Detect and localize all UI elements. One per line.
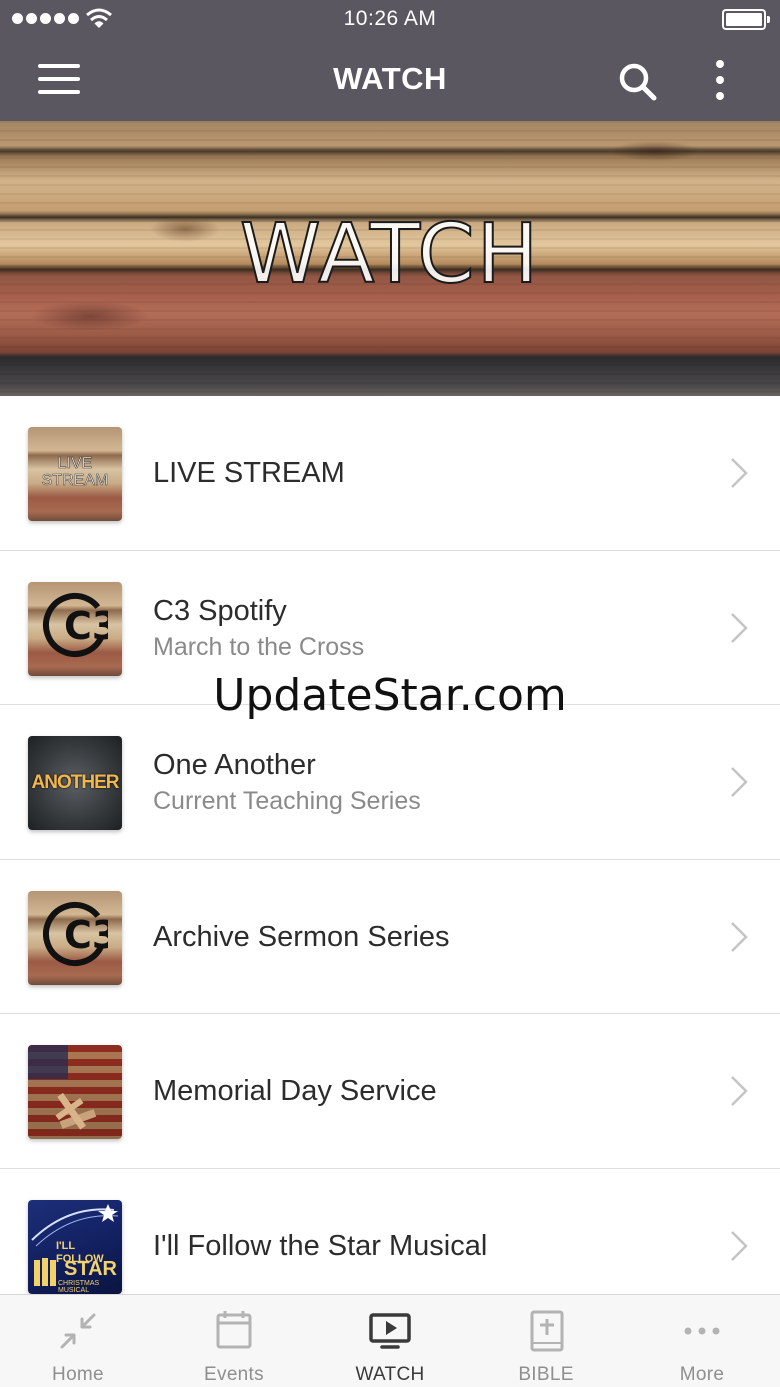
tab-events[interactable]: Events: [156, 1295, 312, 1387]
tab-watch[interactable]: WATCH: [312, 1295, 468, 1387]
list-item-title: I'll Follow the Star Musical: [153, 1229, 488, 1262]
tab-bar: Home Events WATCH BIBLE More: [0, 1294, 780, 1387]
chevron-right-icon: [731, 921, 748, 952]
chevron-right-icon: [731, 1230, 748, 1261]
battery-icon: [722, 9, 770, 30]
tab-more[interactable]: More: [624, 1295, 780, 1387]
thumbnail-label: LIVE STREAM: [41, 455, 109, 490]
overflow-menu-button[interactable]: [705, 58, 735, 102]
more-dots-icon: [684, 1327, 720, 1335]
status-bar: 10:26 AM: [0, 0, 780, 40]
thumbnail-label: C3: [64, 913, 108, 957]
hero-title: WATCH: [239, 206, 541, 303]
watch-list: LIVE STREAM LIVE STREAM C3 C3 Spotify Ma…: [0, 396, 780, 1323]
list-item-title: Memorial Day Service: [153, 1075, 437, 1107]
list-item-title: LIVE STREAM: [153, 457, 345, 489]
thumbnail-label: STAR: [64, 1257, 117, 1280]
search-icon[interactable]: [616, 60, 658, 102]
list-item-title: Archive Sermon Series: [153, 920, 450, 953]
one-another-thumbnail: ANOTHER: [28, 736, 122, 830]
navigation-bar: WATCH: [0, 40, 780, 121]
chevron-right-icon: [731, 767, 748, 797]
tv-play-icon: [369, 1313, 411, 1349]
chevron-right-icon: [731, 458, 748, 488]
list-item[interactable]: LIVE STREAM LIVE STREAM: [0, 396, 780, 551]
follow-the-star-thumbnail: I'LL FOLLOW STAR CHRISTMAS MUSICAL: [28, 1199, 122, 1294]
list-item-subtitle: March to the Cross: [153, 632, 365, 661]
tab-label: WATCH: [355, 1364, 425, 1385]
tab-label: Home: [52, 1364, 104, 1385]
status-time: 10:26 AM: [343, 7, 437, 30]
page-title: WATCH: [333, 61, 447, 96]
c3-logo-icon: C3: [43, 901, 108, 966]
list-item[interactable]: Memorial Day Service: [0, 1014, 780, 1169]
tab-bible[interactable]: BIBLE: [468, 1295, 624, 1387]
thumbnail-label: ANOTHER: [31, 772, 120, 793]
live-stream-thumbnail: LIVE STREAM: [28, 427, 122, 521]
thumbnail-label: C3: [64, 604, 108, 648]
thumbnail-label: CHRISTMAS MUSICAL: [58, 1279, 100, 1294]
list-item-subtitle: Current Teaching Series: [153, 787, 421, 815]
tab-home[interactable]: Home: [0, 1295, 156, 1387]
tab-label: Events: [204, 1364, 264, 1385]
memorial-day-thumbnail: [28, 1045, 122, 1139]
calendar-icon: [216, 1311, 252, 1349]
list-item-title: C3 Spotify: [153, 594, 287, 627]
c3-logo-icon: C3: [43, 592, 108, 657]
chevron-right-icon: [731, 612, 748, 643]
bible-icon: [530, 1310, 564, 1352]
list-item[interactable]: ANOTHER One Another Current Teaching Ser…: [0, 705, 780, 860]
menu-button[interactable]: [38, 64, 80, 94]
c3-logo-thumbnail: C3: [28, 581, 122, 676]
tab-label: BIBLE: [518, 1364, 574, 1385]
c3-logo-thumbnail: C3: [28, 890, 122, 985]
cross-icon: [55, 1092, 97, 1130]
compress-arrows-icon: [60, 1313, 96, 1349]
list-item-title: One Another: [153, 749, 316, 781]
list-item[interactable]: C3 C3 Spotify March to the Cross: [0, 551, 780, 705]
tab-label: More: [679, 1364, 725, 1385]
hero-banner: WATCH: [0, 121, 780, 396]
top-bar: 10:26 AM WATCH: [0, 0, 780, 121]
list-item[interactable]: C3 Archive Sermon Series: [0, 860, 780, 1014]
chevron-right-icon: [731, 1076, 748, 1106]
